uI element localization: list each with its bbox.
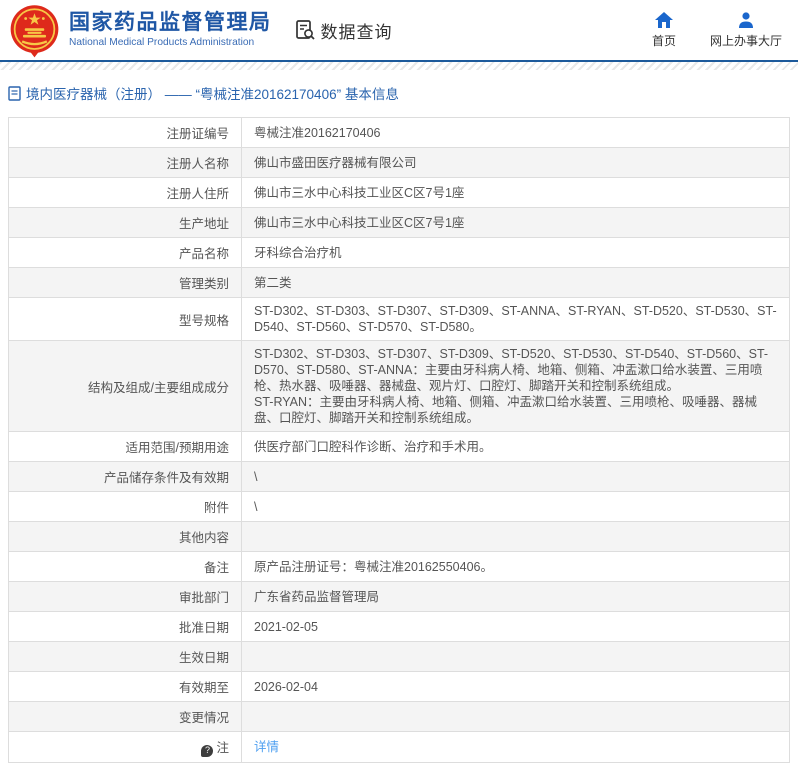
data-query-section: 数据查询 bbox=[294, 18, 393, 43]
row-label: 批准日期 bbox=[8, 611, 242, 642]
row-label: 型号规格 bbox=[8, 297, 242, 341]
table-row: 注册人住所 佛山市三水中心科技工业区C区7号1座 bbox=[8, 177, 790, 208]
document-icon bbox=[8, 85, 21, 101]
row-label: 备注 bbox=[8, 551, 242, 582]
national-emblem-logo bbox=[10, 5, 59, 58]
row-label: 结构及组成/主要组成成分 bbox=[8, 340, 242, 432]
row-label: 变更情况 bbox=[8, 701, 242, 732]
user-icon bbox=[738, 11, 753, 28]
info-table-body: 注册证编号 粤械注准20162170406 注册人名称 佛山市盛田医疗器械有限公司 注册… bbox=[8, 117, 790, 763]
row-value: 2026-02-04 bbox=[241, 671, 790, 702]
row-value bbox=[241, 701, 790, 732]
breadcrumb: 境内医疗器械（注册） —— “粤械注准20162170406” 基本信息 bbox=[0, 70, 798, 115]
row-label: 注册人住所 bbox=[8, 177, 242, 208]
striped-divider bbox=[0, 62, 798, 70]
row-value: 粤械注准20162170406 bbox=[241, 117, 790, 148]
header-nav: 首页 网上办事大厅 bbox=[651, 11, 798, 49]
row-value: ST-D302、ST-D303、ST-D307、ST-D309、ST-ANNA、… bbox=[241, 297, 790, 341]
document-search-icon bbox=[295, 20, 315, 40]
row-value: 第二类 bbox=[241, 267, 790, 298]
agency-subtitle: National Medical Products Administration bbox=[69, 37, 255, 49]
breadcrumb-text: 境内医疗器械（注册） —— “粤械注准20162170406” 基本信息 bbox=[26, 87, 399, 102]
row-label: 生效日期 bbox=[8, 641, 242, 672]
table-row: 备注 原产品注册证号：粤械注准20162550406。 bbox=[8, 551, 790, 582]
row-value: 佛山市三水中心科技工业区C区7号1座 bbox=[241, 177, 790, 208]
table-row: 生产地址 佛山市三水中心科技工业区C区7号1座 bbox=[8, 207, 790, 238]
row-value: 2021-02-05 bbox=[241, 611, 790, 642]
table-row: 批准日期 2021-02-05 bbox=[8, 611, 790, 642]
table-row: 注册证编号 粤械注准20162170406 bbox=[8, 117, 790, 148]
row-label: 注册证编号 bbox=[8, 117, 242, 148]
row-label: 审批部门 bbox=[8, 581, 242, 612]
table-row: 变更情况 bbox=[8, 701, 790, 732]
nav-label-home: 首页 bbox=[651, 33, 676, 48]
site-header: 国家药品监督管理局 National Medical Products Admi… bbox=[0, 0, 798, 62]
row-label: 注册人名称 bbox=[8, 147, 242, 178]
row-value: 详情 bbox=[241, 731, 790, 763]
table-row: 适用范围/预期用途 供医疗部门口腔科作诊断、治疗和手术用。 bbox=[8, 431, 790, 462]
note-icon: ? bbox=[201, 744, 214, 757]
row-label: ? 注 bbox=[8, 731, 242, 763]
row-value bbox=[241, 641, 790, 672]
nav-item-home[interactable]: 首页 bbox=[651, 11, 676, 49]
row-label: 生产地址 bbox=[8, 207, 242, 238]
row-value: \ bbox=[241, 461, 790, 492]
row-value: \ bbox=[241, 491, 790, 522]
row-label: 产品名称 bbox=[8, 237, 242, 268]
row-value: ST-D302、ST-D303、ST-D307、ST-D309、ST-D520、… bbox=[241, 340, 790, 432]
table-row: 型号规格 ST-D302、ST-D303、ST-D307、ST-D309、ST-A… bbox=[8, 297, 790, 341]
registration-info-table: 注册证编号 粤械注准20162170406 注册人名称 佛山市盛田医疗器械有限公司 注册… bbox=[8, 117, 790, 763]
row-value: 原产品注册证号：粤械注准20162550406。 bbox=[241, 551, 790, 582]
agency-title: 国家药品监督管理局 bbox=[69, 11, 272, 35]
row-label: 其他内容 bbox=[8, 521, 242, 552]
row-value: 佛山市三水中心科技工业区C区7号1座 bbox=[241, 207, 790, 238]
row-value: 供医疗部门口腔科作诊断、治疗和手术用。 bbox=[241, 431, 790, 462]
row-label: 有效期至 bbox=[8, 671, 242, 702]
nav-item-service-hall[interactable]: 网上办事大厅 bbox=[709, 11, 782, 49]
table-row: 附件 \ bbox=[8, 491, 790, 522]
row-label: 适用范围/预期用途 bbox=[8, 431, 242, 462]
table-row: 注册人名称 佛山市盛田医疗器械有限公司 bbox=[8, 147, 790, 178]
table-row: 管理类别 第二类 bbox=[8, 267, 790, 298]
table-row: 其他内容 bbox=[8, 521, 790, 552]
table-row: ? 注详情 bbox=[8, 731, 790, 763]
table-row: 有效期至 2026-02-04 bbox=[8, 671, 790, 702]
home-icon bbox=[654, 11, 673, 28]
nav-label-service-hall: 网上办事大厅 bbox=[709, 33, 782, 48]
row-label: 附件 bbox=[8, 491, 242, 522]
data-query-label: 数据查询 bbox=[320, 22, 393, 42]
table-row: 结构及组成/主要组成成分 ST-D302、ST-D303、ST-D307、ST-D… bbox=[8, 340, 790, 432]
row-value: 广东省药品监督管理局 bbox=[241, 581, 790, 612]
table-row: 生效日期 bbox=[8, 641, 790, 672]
row-label: 管理类别 bbox=[8, 267, 242, 298]
table-row: 审批部门 广东省药品监督管理局 bbox=[8, 581, 790, 612]
detail-link[interactable]: 详情 bbox=[254, 740, 279, 754]
table-row: 产品储存条件及有效期 \ bbox=[8, 461, 790, 492]
row-value bbox=[241, 521, 790, 552]
table-row: 产品名称 牙科综合治疗机 bbox=[8, 237, 790, 268]
row-value: 佛山市盛田医疗器械有限公司 bbox=[241, 147, 790, 178]
row-label: 产品储存条件及有效期 bbox=[8, 461, 242, 492]
row-value: 牙科综合治疗机 bbox=[241, 237, 790, 268]
